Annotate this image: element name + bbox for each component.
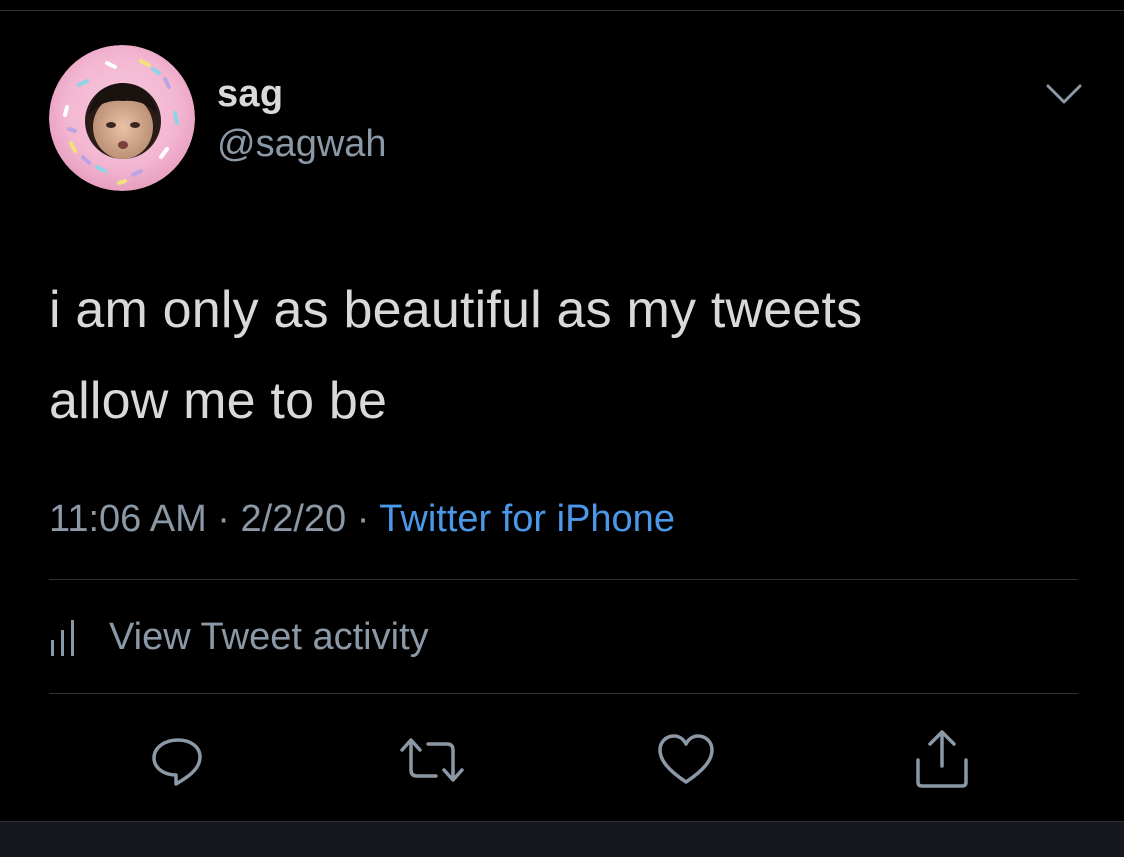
retweet-icon[interactable] [398,730,464,790]
tweet-source-link[interactable]: Twitter for iPhone [379,498,675,540]
tweet-time: 11:06 AM [49,498,207,540]
chevron-down-icon[interactable] [1044,80,1084,108]
avatar-image [49,45,195,191]
view-tweet-activity-label: View Tweet activity [109,616,429,658]
tweet-detail-view: sag @sagwah i am only as beautiful as my… [0,0,1124,857]
tweet-text: i am only as beautiful as my tweets allo… [49,265,1089,447]
top-divider [0,10,1124,11]
tweet-text-line: allow me to be [49,372,388,430]
share-icon[interactable] [912,730,972,790]
meta-separator: · [217,498,230,540]
user-handle[interactable]: @sagwah [217,122,387,166]
reply-icon[interactable] [148,730,208,790]
tweet-date[interactable]: 2/2/20 [241,498,347,540]
tweet-metadata: 11:06 AM · 2/2/20 · Twitter for iPhone [49,497,675,541]
view-tweet-activity-button[interactable]: View Tweet activity [49,612,429,662]
like-icon[interactable] [656,730,716,790]
avatar[interactable] [49,45,195,191]
display-name[interactable]: sag [217,72,283,116]
tweet-text-line: i am only as beautiful as my tweets [49,281,863,339]
analytics-icon [51,620,74,656]
bottom-bar [0,821,1124,857]
meta-separator: · [356,498,370,540]
divider [49,579,1078,580]
divider [49,693,1078,694]
